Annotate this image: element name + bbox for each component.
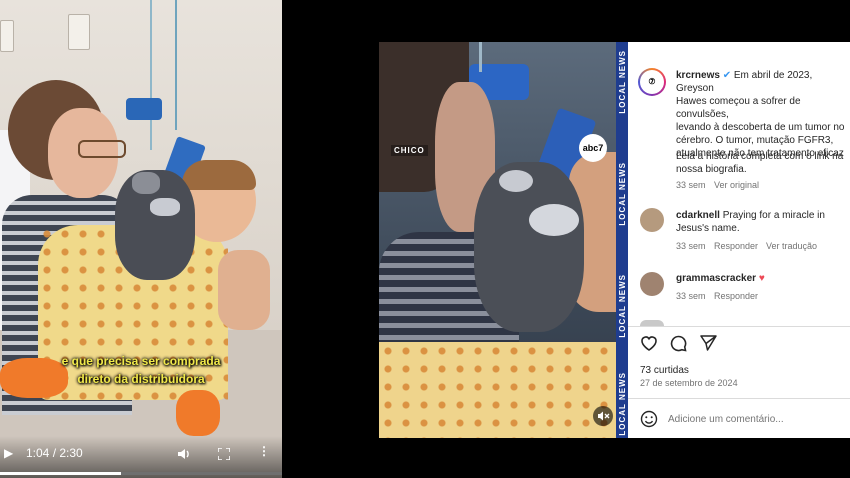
- more-icon[interactable]: ⋮: [258, 444, 270, 458]
- like-icon[interactable]: [640, 335, 658, 356]
- heart-emoji: ♥: [758, 273, 765, 284]
- progress-fill: [0, 472, 122, 475]
- comment-text: grammascracker ♥: [676, 272, 765, 285]
- reply-link[interactable]: Responder: [714, 241, 758, 251]
- caption-line-4: cérebro. O tumor, mutação FGFR3,: [676, 135, 834, 146]
- caption-line-2: Hawes começou a sofrer de convulsões,: [676, 96, 801, 120]
- krcrnews-avatar[interactable]: ⑦: [638, 68, 666, 96]
- wall-outlet: [68, 14, 90, 50]
- iv-tube: [479, 42, 482, 72]
- reply-link[interactable]: Responder: [714, 291, 758, 301]
- comment-username[interactable]: cdarknell: [676, 210, 720, 221]
- caption-age: 33 sem: [676, 180, 706, 190]
- iv-tube: [150, 0, 152, 150]
- location-label: CHICO: [391, 145, 428, 156]
- mother-arm: [218, 250, 270, 330]
- comment-age: 33 sem: [676, 241, 706, 251]
- caption-extra: Leia a história completa com o link na n…: [676, 151, 844, 175]
- commenter-avatar[interactable]: [640, 208, 664, 232]
- strip-text: LOCAL NEWS: [618, 50, 627, 114]
- add-comment-input[interactable]: [668, 410, 843, 428]
- iv-tube: [175, 0, 177, 130]
- commenter-avatar[interactable]: [640, 272, 664, 296]
- likes-count[interactable]: 73 curtidas: [640, 364, 689, 377]
- mute-icon[interactable]: [593, 406, 613, 426]
- wall-panel: [0, 20, 14, 52]
- time-display: 1:04 / 2:30: [26, 446, 83, 460]
- post-date: 27 de setembro de 2024: [640, 378, 738, 388]
- share-icon[interactable]: [700, 335, 717, 356]
- volume-icon[interactable]: [177, 447, 191, 465]
- plush-ear: [529, 204, 579, 236]
- subtitle-line-2: direto da distribuidora: [77, 372, 205, 386]
- play-icon[interactable]: ▶: [4, 446, 13, 460]
- plush-ear: [499, 170, 533, 192]
- divider: [628, 398, 850, 399]
- plush-ear: [150, 198, 180, 216]
- divider: [628, 326, 850, 327]
- left-video-player[interactable]: e que precisa ser comprada direto da dis…: [0, 0, 282, 478]
- comment-icon[interactable]: [670, 335, 687, 357]
- strip-text: LOCAL NEWS: [618, 162, 627, 226]
- strip-text: LOCAL NEWS: [618, 274, 627, 338]
- verified-icon: ✔: [722, 70, 732, 81]
- strip-text: LOCAL NEWS: [618, 372, 627, 436]
- baby-sock: [176, 390, 220, 436]
- subtitle-line-1: e que precisa ser comprada: [61, 354, 221, 368]
- translate-link[interactable]: Ver tradução: [766, 241, 817, 251]
- comment-username[interactable]: grammascracker: [676, 273, 756, 284]
- comment-age: 33 sem: [676, 291, 706, 301]
- see-original-link[interactable]: Ver original: [714, 180, 759, 190]
- gown-pattern: [379, 342, 617, 438]
- emoji-icon[interactable]: [640, 410, 658, 433]
- progress-bar[interactable]: [0, 472, 282, 475]
- baby-hair: [182, 160, 256, 190]
- post-caption: krcrnews ✔ Em abril de 2023, Greyson Haw…: [676, 69, 848, 160]
- post-username[interactable]: krcrnews: [676, 70, 720, 81]
- abc7-logo: abc7: [579, 134, 607, 162]
- caption-line-3: levando à descoberta de um tumor no: [676, 122, 845, 133]
- post-video[interactable]: CHICO abc7: [379, 42, 617, 438]
- comment-text: cdarknell Praying for a miracle in Jesus…: [676, 210, 825, 234]
- glasses: [78, 140, 126, 158]
- plush-ear: [132, 172, 160, 194]
- fullscreen-icon[interactable]: [217, 447, 231, 465]
- suction-canister: [126, 98, 162, 120]
- instagram-post-panel: ⑦ krcrnews ✔ Em abril de 2023, Greyson H…: [628, 42, 850, 438]
